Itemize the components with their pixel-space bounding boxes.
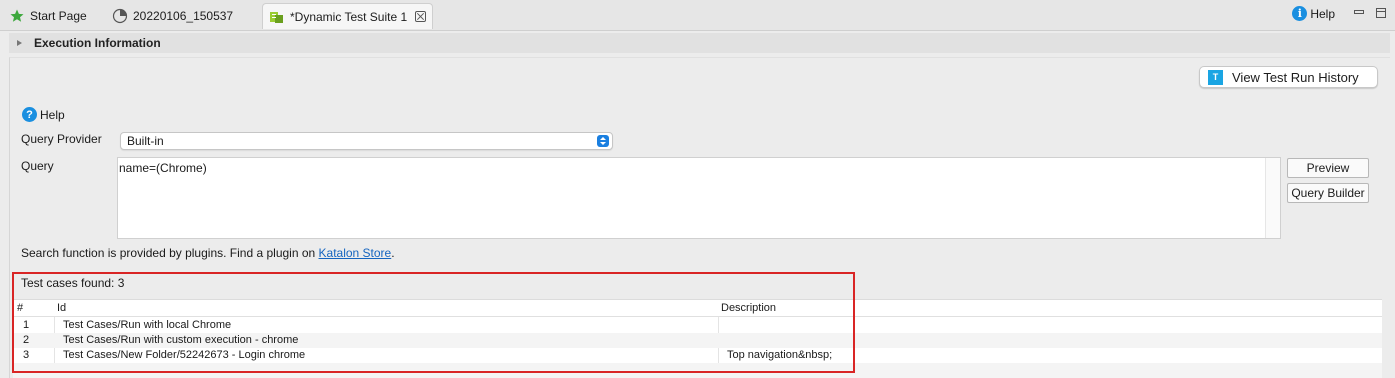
close-icon[interactable] xyxy=(415,11,427,22)
plugin-note-text: Search function is provided by plugins. … xyxy=(21,246,319,260)
history-button-label: View Test Run History xyxy=(1232,69,1359,85)
query-provider-label: Query Provider xyxy=(21,132,102,146)
editor-tab-bar: Start Page 20220106_150537 *Dynamic Test… xyxy=(0,0,1395,31)
column-header-number[interactable]: # xyxy=(17,302,23,314)
help-question-icon: ? xyxy=(22,107,37,122)
select-arrows-icon xyxy=(597,135,609,147)
help-link[interactable]: ? Help xyxy=(22,107,65,122)
query-textarea[interactable]: name=(Chrome) xyxy=(117,157,1281,239)
table-row[interactable]: 2 Test Cases/Run with custom execution -… xyxy=(13,333,1382,348)
section-title: Execution Information xyxy=(34,36,161,50)
row-description: Top navigation&nbsp; xyxy=(727,349,833,361)
help-label: Help xyxy=(40,107,65,122)
test-cases-table: # Id Description 1 Test Cases/Run with l… xyxy=(13,299,1382,378)
column-header-id[interactable]: Id xyxy=(57,302,66,314)
plugin-note-suffix: . xyxy=(391,246,395,260)
execution-information-section[interactable]: Execution Information xyxy=(9,33,1390,53)
report-icon xyxy=(112,8,128,24)
query-scrollbar[interactable] xyxy=(1265,158,1280,238)
row-id: Test Cases/New Folder/52242673 - Login c… xyxy=(63,349,306,361)
row-id: Test Cases/Run with local Chrome xyxy=(63,319,232,331)
katalon-store-link[interactable]: Katalon Store xyxy=(319,246,392,260)
query-provider-select[interactable]: Built-in xyxy=(120,132,613,150)
tab-label: Start Page xyxy=(30,9,87,23)
row-number: 1 xyxy=(23,319,30,331)
table-row[interactable]: 3 Test Cases/New Folder/52242673 - Login… xyxy=(13,348,1382,363)
minimize-icon[interactable] xyxy=(1354,10,1364,14)
tab-start-page[interactable]: Start Page xyxy=(9,3,87,29)
testops-logo-icon: T xyxy=(1208,69,1223,85)
query-value: name=(Chrome) xyxy=(119,161,207,175)
column-header-description[interactable]: Description xyxy=(721,302,776,314)
star-icon xyxy=(9,8,25,24)
row-number: 3 xyxy=(23,349,30,361)
maximize-icon[interactable] xyxy=(1376,8,1386,18)
row-number: 2 xyxy=(23,334,30,346)
plugin-note: Search function is provided by plugins. … xyxy=(21,246,395,260)
expand-triangle-icon[interactable] xyxy=(17,40,22,46)
tab-report[interactable]: 20220106_150537 xyxy=(112,3,233,29)
preview-button[interactable]: Preview xyxy=(1287,158,1369,178)
test-suite-icon xyxy=(269,9,285,25)
row-id: Test Cases/Run with custom execution - c… xyxy=(63,334,299,346)
query-label: Query xyxy=(21,159,54,173)
view-test-run-history-button[interactable]: T View Test Run History xyxy=(1199,66,1378,88)
tab-label: *Dynamic Test Suite 1 xyxy=(290,9,408,24)
test-cases-found-label: Test cases found: 3 xyxy=(21,276,125,290)
tab-label: 20220106_150537 xyxy=(133,9,234,23)
info-icon: i xyxy=(1292,6,1308,21)
table-row[interactable]: 1 Test Cases/Run with local Chrome xyxy=(13,318,1382,333)
top-help-button[interactable]: i Help xyxy=(1292,6,1335,21)
top-help-label: Help xyxy=(1310,6,1335,21)
table-header: # Id Description xyxy=(13,300,1382,317)
tab-dynamic-test-suite[interactable]: *Dynamic Test Suite 1 xyxy=(262,3,434,29)
table-row[interactable] xyxy=(13,363,1382,378)
query-builder-button[interactable]: Query Builder xyxy=(1287,183,1369,203)
query-provider-value: Built-in xyxy=(127,134,164,148)
